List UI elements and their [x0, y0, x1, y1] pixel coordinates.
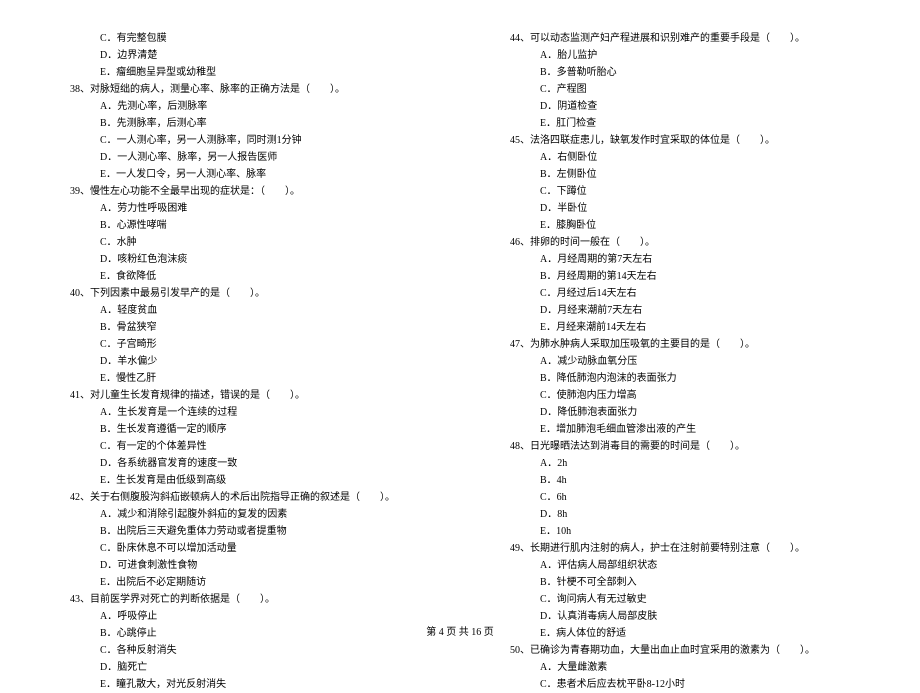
option-text: C．月经过后14天左右: [490, 285, 870, 302]
option-text: E．瞳孔散大，对光反射消失: [50, 676, 430, 693]
right-column: 44、可以动态监测产妇产程进展和识别难产的重要手段是（ ）。A．胎儿监护B．多普…: [490, 30, 870, 693]
question-text: 49、长期进行肌内注射的病人，护士在注射前要特别注意（ ）。: [490, 540, 870, 557]
option-text: A．右侧卧位: [490, 149, 870, 166]
option-text: D．可进食刺激性食物: [50, 557, 430, 574]
option-text: E．膝胸卧位: [490, 217, 870, 234]
option-text: B．心源性哮喘: [50, 217, 430, 234]
option-text: B．骨盆狭窄: [50, 319, 430, 336]
option-text: D．边界清楚: [50, 47, 430, 64]
option-text: E．慢性乙肝: [50, 370, 430, 387]
content-columns: C．有完整包膜D．边界清楚E．瘤细胞呈异型或幼稚型38、对脉短绌的病人，测量心率…: [50, 30, 870, 693]
option-text: A．胎儿监护: [490, 47, 870, 64]
option-text: C．卧床休息不可以增加活动量: [50, 540, 430, 557]
question-text: 44、可以动态监测产妇产程进展和识别难产的重要手段是（ ）。: [490, 30, 870, 47]
page-footer: 第 4 页 共 16 页: [50, 623, 870, 638]
question-text: 40、下列因素中最易引发早产的是（ ）。: [50, 285, 430, 302]
option-text: C．有一定的个体差异性: [50, 438, 430, 455]
option-text: B．多普勒听胎心: [490, 64, 870, 81]
option-text: B．针梗不可全部刺入: [490, 574, 870, 591]
option-text: A．月经周期的第7天左右: [490, 251, 870, 268]
option-text: A．评估病人局部组织状态: [490, 557, 870, 574]
option-text: A．减少动脉血氧分压: [490, 353, 870, 370]
question-text: 38、对脉短绌的病人，测量心率、脉率的正确方法是（ ）。: [50, 81, 430, 98]
option-text: D．阴道检查: [490, 98, 870, 115]
option-text: C．水肿: [50, 234, 430, 251]
option-text: A．大量雌激素: [490, 659, 870, 676]
option-text: E．生长发育是由低级到高级: [50, 472, 430, 489]
option-text: D．一人测心率、脉率，另一人报告医师: [50, 149, 430, 166]
option-text: C．子宫畸形: [50, 336, 430, 353]
option-text: C．有完整包膜: [50, 30, 430, 47]
option-text: E．10h: [490, 523, 870, 540]
option-text: D．脑死亡: [50, 659, 430, 676]
option-text: A．劳力性呼吸困难: [50, 200, 430, 217]
option-text: B．月经周期的第14天左右: [490, 268, 870, 285]
option-text: C．各种反射消失: [50, 642, 430, 659]
option-text: E．增加肺泡毛细血管渗出液的产生: [490, 421, 870, 438]
option-text: B．先测脉率，后测心率: [50, 115, 430, 132]
option-text: C．使肺泡内压力增高: [490, 387, 870, 404]
question-text: 46、排卵的时间一般在（ ）。: [490, 234, 870, 251]
question-text: 39、慢性左心功能不全最早出现的症状是：（ ）。: [50, 183, 430, 200]
option-text: A．先测心率，后测脉率: [50, 98, 430, 115]
option-text: D．月经来潮前7天左右: [490, 302, 870, 319]
option-text: A．轻度贫血: [50, 302, 430, 319]
option-text: D．羊水偏少: [50, 353, 430, 370]
option-text: E．瘤细胞呈异型或幼稚型: [50, 64, 430, 81]
option-text: B．左侧卧位: [490, 166, 870, 183]
option-text: D．8h: [490, 506, 870, 523]
option-text: C．6h: [490, 489, 870, 506]
question-text: 41、对儿童生长发育规律的描述，错误的是（ ）。: [50, 387, 430, 404]
option-text: C．一人测心率，另一人测脉率，同时测1分钟: [50, 132, 430, 149]
option-text: C．询问病人有无过敏史: [490, 591, 870, 608]
question-text: 50、已确诊为青春期功血，大量出血止血时宜采用的激素为（ ）。: [490, 642, 870, 659]
option-text: B．降低肺泡内泡沫的表面张力: [490, 370, 870, 387]
question-text: 48、日光曝晒法达到消毒目的需要的时间是（ ）。: [490, 438, 870, 455]
question-text: 43、目前医学界对死亡的判断依据是（ ）。: [50, 591, 430, 608]
option-text: A．2h: [490, 455, 870, 472]
option-text: E．一人发口令，另一人测心率、脉率: [50, 166, 430, 183]
option-text: E．月经来潮前14天左右: [490, 319, 870, 336]
option-text: C．产程图: [490, 81, 870, 98]
option-text: D．各系统器官发育的速度一致: [50, 455, 430, 472]
question-text: 45、法洛四联症患儿，缺氧发作时宜采取的体位是（ ）。: [490, 132, 870, 149]
option-text: E．食欲降低: [50, 268, 430, 285]
option-text: D．降低肺泡表面张力: [490, 404, 870, 421]
option-text: B．生长发育遵循一定的顺序: [50, 421, 430, 438]
option-text: C．下蹲位: [490, 183, 870, 200]
option-text: E．出院后不必定期随访: [50, 574, 430, 591]
option-text: E．肛门检查: [490, 115, 870, 132]
question-text: 42、关于右侧腹股沟斜疝嵌顿病人的术后出院指导正确的叙述是（ ）。: [50, 489, 430, 506]
option-text: C．患者术后应去枕平卧8-12小时: [490, 676, 870, 693]
option-text: B．出院后三天避免重体力劳动或者提重物: [50, 523, 430, 540]
option-text: A．减少和消除引起腹外斜疝的复发的因素: [50, 506, 430, 523]
option-text: D．咳粉红色泡沫痰: [50, 251, 430, 268]
option-text: D．半卧位: [490, 200, 870, 217]
question-text: 47、为肺水肿病人采取加压吸氧的主要目的是（ ）。: [490, 336, 870, 353]
left-column: C．有完整包膜D．边界清楚E．瘤细胞呈异型或幼稚型38、对脉短绌的病人，测量心率…: [50, 30, 430, 693]
option-text: A．生长发育是一个连续的过程: [50, 404, 430, 421]
option-text: B．4h: [490, 472, 870, 489]
